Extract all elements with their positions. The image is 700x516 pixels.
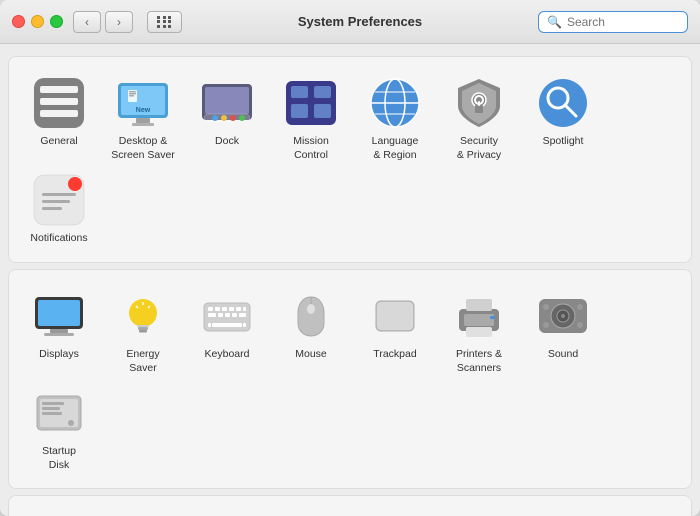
personal-section: General New (8, 56, 692, 263)
sidebar-item-trackpad[interactable]: Trackpad (353, 284, 437, 381)
dock-label: Dock (215, 135, 239, 149)
personal-grid: General New (17, 71, 683, 252)
startup-disk-icon (31, 385, 87, 441)
nav-buttons: ‹ › (73, 11, 133, 33)
printers-scanners-icon (451, 288, 507, 344)
search-box[interactable]: 🔍 (538, 11, 688, 33)
sidebar-item-keyboard[interactable]: Keyboard (185, 284, 269, 381)
hardware-section: Displays (8, 269, 692, 490)
hardware-grid: Displays (17, 284, 683, 479)
spotlight-label: Spotlight (543, 135, 584, 149)
displays-label: Displays (39, 348, 79, 362)
security-privacy-label: Security& Privacy (457, 135, 501, 162)
traffic-lights (12, 15, 63, 28)
minimize-button[interactable] (31, 15, 44, 28)
grid-icon (157, 16, 172, 28)
sidebar-item-software-update[interactable]: SoftwareUpdate (185, 510, 269, 516)
internet-section: iCloud @ InternetAccounts (8, 495, 692, 516)
sound-label: Sound (548, 348, 578, 362)
sidebar-item-general[interactable]: General (17, 71, 101, 168)
search-input[interactable] (567, 15, 679, 29)
preferences-content: General New (0, 44, 700, 516)
internet-grid: iCloud @ InternetAccounts (17, 510, 683, 516)
energy-saver-icon (115, 288, 171, 344)
sidebar-item-energy-saver[interactable]: EnergySaver (101, 284, 185, 381)
desktop-screen-saver-icon: New (115, 75, 171, 131)
energy-saver-label: EnergySaver (126, 348, 159, 375)
keyboard-icon (199, 288, 255, 344)
sidebar-item-printers-scanners[interactable]: Printers &Scanners (437, 284, 521, 381)
grid-view-button[interactable] (147, 11, 182, 33)
mouse-label: Mouse (295, 348, 327, 362)
sidebar-item-startup-disk[interactable]: StartupDisk (17, 381, 101, 478)
back-button[interactable]: ‹ (73, 11, 101, 33)
printers-scanners-label: Printers &Scanners (456, 348, 502, 375)
svg-text:New: New (136, 107, 151, 114)
sidebar-item-mission-control[interactable]: MissionControl (269, 71, 353, 168)
maximize-button[interactable] (50, 15, 63, 28)
sidebar-item-extensions[interactable]: Extensions (437, 510, 521, 516)
desktop-screen-saver-label: Desktop &Screen Saver (111, 135, 175, 162)
sound-icon (535, 288, 591, 344)
forward-button[interactable]: › (105, 11, 133, 33)
mission-control-label: MissionControl (293, 135, 329, 162)
dock-icon (199, 75, 255, 131)
mouse-icon (283, 288, 339, 344)
sidebar-item-desktop-screen-saver[interactable]: New Desktop &Screen Saver (101, 71, 185, 168)
close-button[interactable] (12, 15, 25, 28)
sidebar-item-bluetooth[interactable]: Bluetooth (353, 510, 437, 516)
trackpad-icon (367, 288, 423, 344)
sidebar-item-sound[interactable]: Sound (521, 284, 605, 381)
security-privacy-icon (451, 75, 507, 131)
trackpad-label: Trackpad (373, 348, 416, 362)
notifications-label: Notifications (30, 232, 87, 246)
startup-disk-label: StartupDisk (42, 445, 76, 472)
sidebar-item-spotlight[interactable]: Spotlight (521, 71, 605, 168)
window-title: System Preferences (182, 14, 538, 29)
sidebar-item-displays[interactable]: Displays (17, 284, 101, 381)
displays-icon (31, 288, 87, 344)
sidebar-item-dock[interactable]: Dock (185, 71, 269, 168)
general-label: General (40, 135, 77, 149)
sidebar-item-notifications[interactable]: Notifications (17, 168, 101, 252)
spotlight-icon (535, 75, 591, 131)
keyboard-label: Keyboard (205, 348, 250, 362)
sidebar-item-mouse[interactable]: Mouse (269, 284, 353, 381)
sidebar-item-security-privacy[interactable]: Security& Privacy (437, 71, 521, 168)
general-icon (31, 75, 87, 131)
sidebar-item-sharing[interactable]: ! Sharing (521, 510, 605, 516)
mission-control-icon (283, 75, 339, 131)
sidebar-item-language-region[interactable]: Language& Region (353, 71, 437, 168)
search-icon: 🔍 (547, 15, 562, 29)
sidebar-item-network[interactable]: Network (269, 510, 353, 516)
titlebar: ‹ › System Preferences 🔍 (0, 0, 700, 44)
sidebar-item-icloud[interactable]: iCloud (17, 510, 101, 516)
notifications-icon (31, 172, 87, 228)
sidebar-item-internet-accounts[interactable]: @ InternetAccounts (101, 510, 185, 516)
system-preferences-window: ‹ › System Preferences 🔍 (0, 0, 700, 516)
language-region-icon (367, 75, 423, 131)
language-region-label: Language& Region (372, 135, 419, 162)
